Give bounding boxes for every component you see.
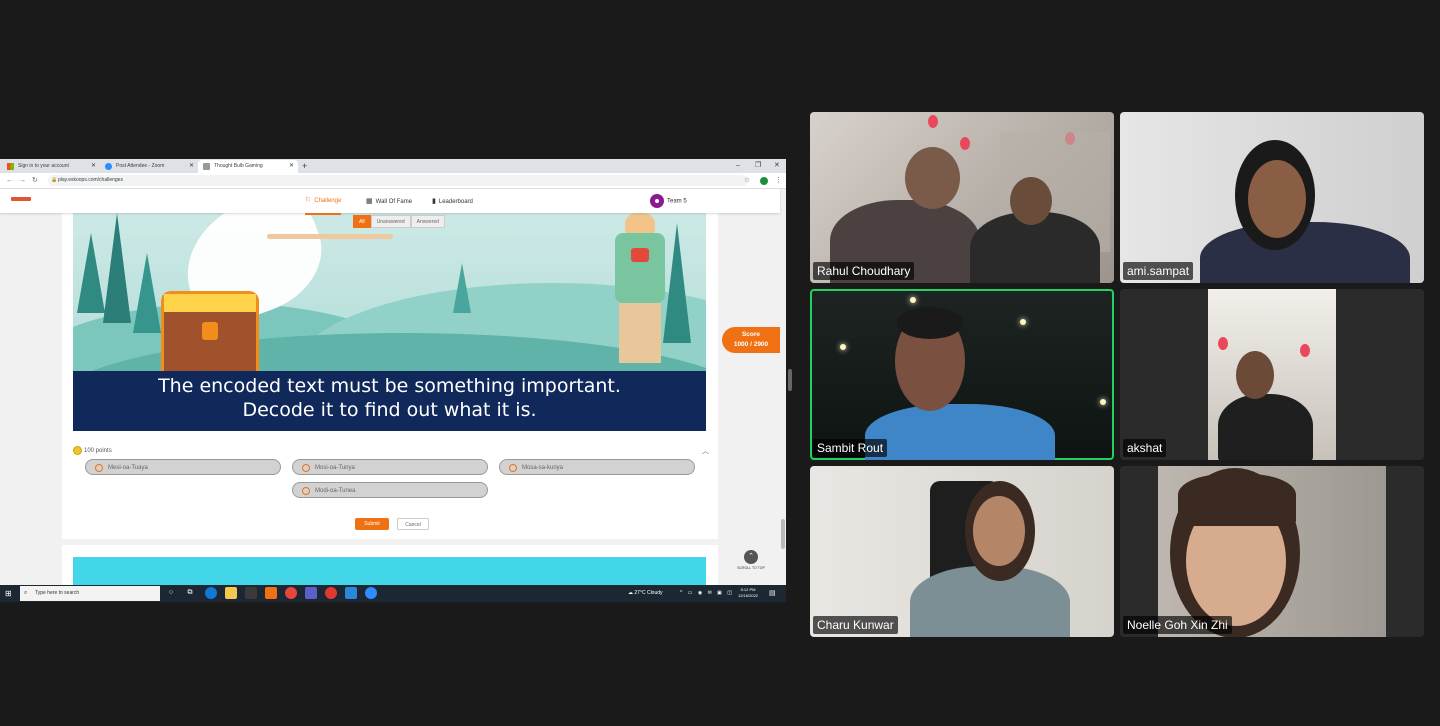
question-line-2: Decode it to find out what it is. <box>242 399 537 421</box>
lock-icon: 🔒 <box>51 177 58 183</box>
shared-screen: Sign in to your account ✕ Post Attendee … <box>0 159 786 602</box>
participant-name: akshat <box>1123 439 1167 457</box>
coin-icon <box>73 446 82 455</box>
notification-icon[interactable]: ▤ <box>769 585 776 602</box>
question-filter: All Unanswered Answered <box>353 215 445 228</box>
new-tab-icon[interactable]: + <box>302 159 307 173</box>
teams-icon[interactable] <box>305 587 317 599</box>
file-explorer-icon[interactable] <box>225 587 237 599</box>
participant-name: ami.sampat <box>1123 262 1194 280</box>
video-tile-rahul-choudhary[interactable]: Rahul Choudhary <box>810 112 1114 283</box>
video-tile-charu-kunwar[interactable]: Charu Kunwar <box>810 466 1114 637</box>
chrome-icon[interactable] <box>285 587 297 599</box>
radio-icon <box>302 487 310 495</box>
browser-tab-zoom[interactable]: Post Attendee - Zoom ✕ <box>100 160 198 173</box>
taskbar-clock[interactable]: 5:12 PM 12/16/2022 <box>738 587 758 599</box>
bookmark-star-icon[interactable]: ☆ <box>744 173 750 188</box>
microsoft-logo-icon <box>7 163 14 170</box>
split-resize-handle[interactable] <box>788 369 792 391</box>
site-logo[interactable] <box>11 197 31 201</box>
nav-leaderboard[interactable]: ▮ Leaderboard <box>432 189 473 215</box>
edge-icon[interactable] <box>205 587 217 599</box>
nav-wall-of-fame[interactable]: ▦ Wall Of Fame <box>366 189 412 215</box>
team-badge[interactable]: Team 5 <box>650 194 687 210</box>
filter-unanswered[interactable]: Unanswered <box>370 215 411 228</box>
team-avatar <box>650 194 664 208</box>
store-icon[interactable] <box>245 587 257 599</box>
points-label: 100 points <box>73 446 112 456</box>
app-icon[interactable] <box>345 587 357 599</box>
scrollbar-thumb[interactable] <box>781 519 785 549</box>
close-window-icon[interactable]: ✕ <box>774 159 780 173</box>
search-icon: ⌕ <box>24 590 28 596</box>
nav-challenge[interactable]: ⚐ Challenge <box>305 189 342 215</box>
close-tab-icon[interactable]: ✕ <box>189 160 194 173</box>
zoom-taskbar-icon[interactable] <box>365 587 377 599</box>
flag-icon: ⚐ <box>305 197 312 204</box>
forward-icon[interactable]: → <box>19 173 26 188</box>
video-tile-sambit-rout[interactable]: Sambit Rout <box>810 289 1114 460</box>
chevron-up-icon: ⌃ <box>744 550 758 564</box>
chevron-up-icon[interactable]: ︿ <box>702 446 709 456</box>
browser-tab-bar: Sign in to your account ✕ Post Attendee … <box>0 159 786 173</box>
next-challenge-illustration <box>73 557 706 585</box>
filter-all[interactable]: All <box>353 215 371 228</box>
challenge-card: All Unanswered Answered The encoded text… <box>62 213 718 539</box>
progress-bar <box>267 234 393 239</box>
hiker-illustration <box>603 213 683 373</box>
close-tab-icon[interactable]: ✕ <box>91 160 96 173</box>
filter-answered[interactable]: Answered <box>410 215 445 228</box>
answer-option-3[interactable]: Mosa-sa-kunya <box>499 459 695 475</box>
url-field[interactable]: 🔒 play.eskoops.com/challenges <box>48 175 748 186</box>
site-favicon-icon <box>203 163 210 170</box>
windows-taskbar: ⊞ ⌕ Type here to search ○ ⧉ ☁ 27°C Cloudy… <box>0 585 786 602</box>
answer-option-4[interactable]: Modi-oa-Tunea <box>292 482 488 498</box>
back-icon[interactable]: ← <box>6 173 13 188</box>
cancel-button[interactable]: Cancel <box>397 518 429 530</box>
cortana-icon[interactable]: ○ <box>165 587 177 599</box>
taskbar-search-input[interactable]: ⌕ Type here to search <box>20 586 160 601</box>
system-tray[interactable]: ^ ▭ ◉ ✉ ▣ ◫ <box>680 585 734 602</box>
participant-name: Rahul Choudhary <box>813 262 915 280</box>
participant-name: Noelle Goh Xin Zhi <box>1123 616 1232 634</box>
bar-chart-icon: ▮ <box>432 198 436 205</box>
zoom-logo-icon <box>105 163 112 170</box>
video-tile-noelle-goh-xin-zhi[interactable]: Noelle Goh Xin Zhi <box>1120 466 1424 637</box>
grid-icon: ▦ <box>366 198 373 205</box>
challenge-illustration: All Unanswered Answered The encoded text… <box>73 213 706 431</box>
scroll-to-top-button[interactable]: ⌃ SCROLL TO TOP <box>736 550 766 570</box>
answer-option-2[interactable]: Mosi-oa-Tunya <box>292 459 488 475</box>
answer-option-1[interactable]: Mesi-oa-Tuaya <box>85 459 281 475</box>
submit-button[interactable]: Submit <box>355 518 389 530</box>
radio-icon <box>509 464 517 472</box>
next-challenge-card <box>62 545 718 585</box>
website-content: ⚐ Challenge ▦ Wall Of Fame ▮ Leaderboard Te… <box>0 189 786 585</box>
treasure-chest-illustration <box>161 291 259 379</box>
close-tab-icon[interactable]: ✕ <box>289 160 294 173</box>
video-tile-akshat[interactable]: akshat <box>1120 289 1424 460</box>
weather-widget[interactable]: ☁ 27°C Cloudy <box>628 585 663 602</box>
address-bar: ← → ↻ 🔒 play.eskoops.com/challenges ☆ ⋮ <box>0 173 786 189</box>
site-navbar: ⚐ Challenge ▦ Wall Of Fame ▮ Leaderboard Te… <box>0 189 780 215</box>
participant-name: Charu Kunwar <box>813 616 898 634</box>
radio-icon <box>95 464 103 472</box>
profile-avatar[interactable] <box>760 177 768 185</box>
restore-icon[interactable]: ❐ <box>755 159 761 173</box>
radio-icon <box>302 464 310 472</box>
score-badge: Score 1000 / 2900 <box>722 327 780 353</box>
reload-icon[interactable]: ↻ <box>32 173 38 188</box>
menu-icon[interactable]: ⋮ <box>775 173 782 188</box>
participant-name: Sambit Rout <box>813 439 888 457</box>
windows-start-icon[interactable]: ⊞ <box>5 589 12 598</box>
question-line-1: The encoded text must be something impor… <box>158 375 621 397</box>
mail-icon[interactable] <box>265 587 277 599</box>
app-icon[interactable] <box>325 587 337 599</box>
question-banner: The encoded text must be something impor… <box>73 371 706 431</box>
browser-tab-sign-in[interactable]: Sign in to your account ✕ <box>2 160 100 173</box>
browser-tab-thought-bulb[interactable]: Thought Bulb Gaming ✕ <box>198 160 298 173</box>
task-view-icon[interactable]: ⧉ <box>184 587 196 599</box>
video-tile-ami-sampat[interactable]: ami.sampat <box>1120 112 1424 283</box>
minimize-icon[interactable]: – <box>736 159 740 173</box>
